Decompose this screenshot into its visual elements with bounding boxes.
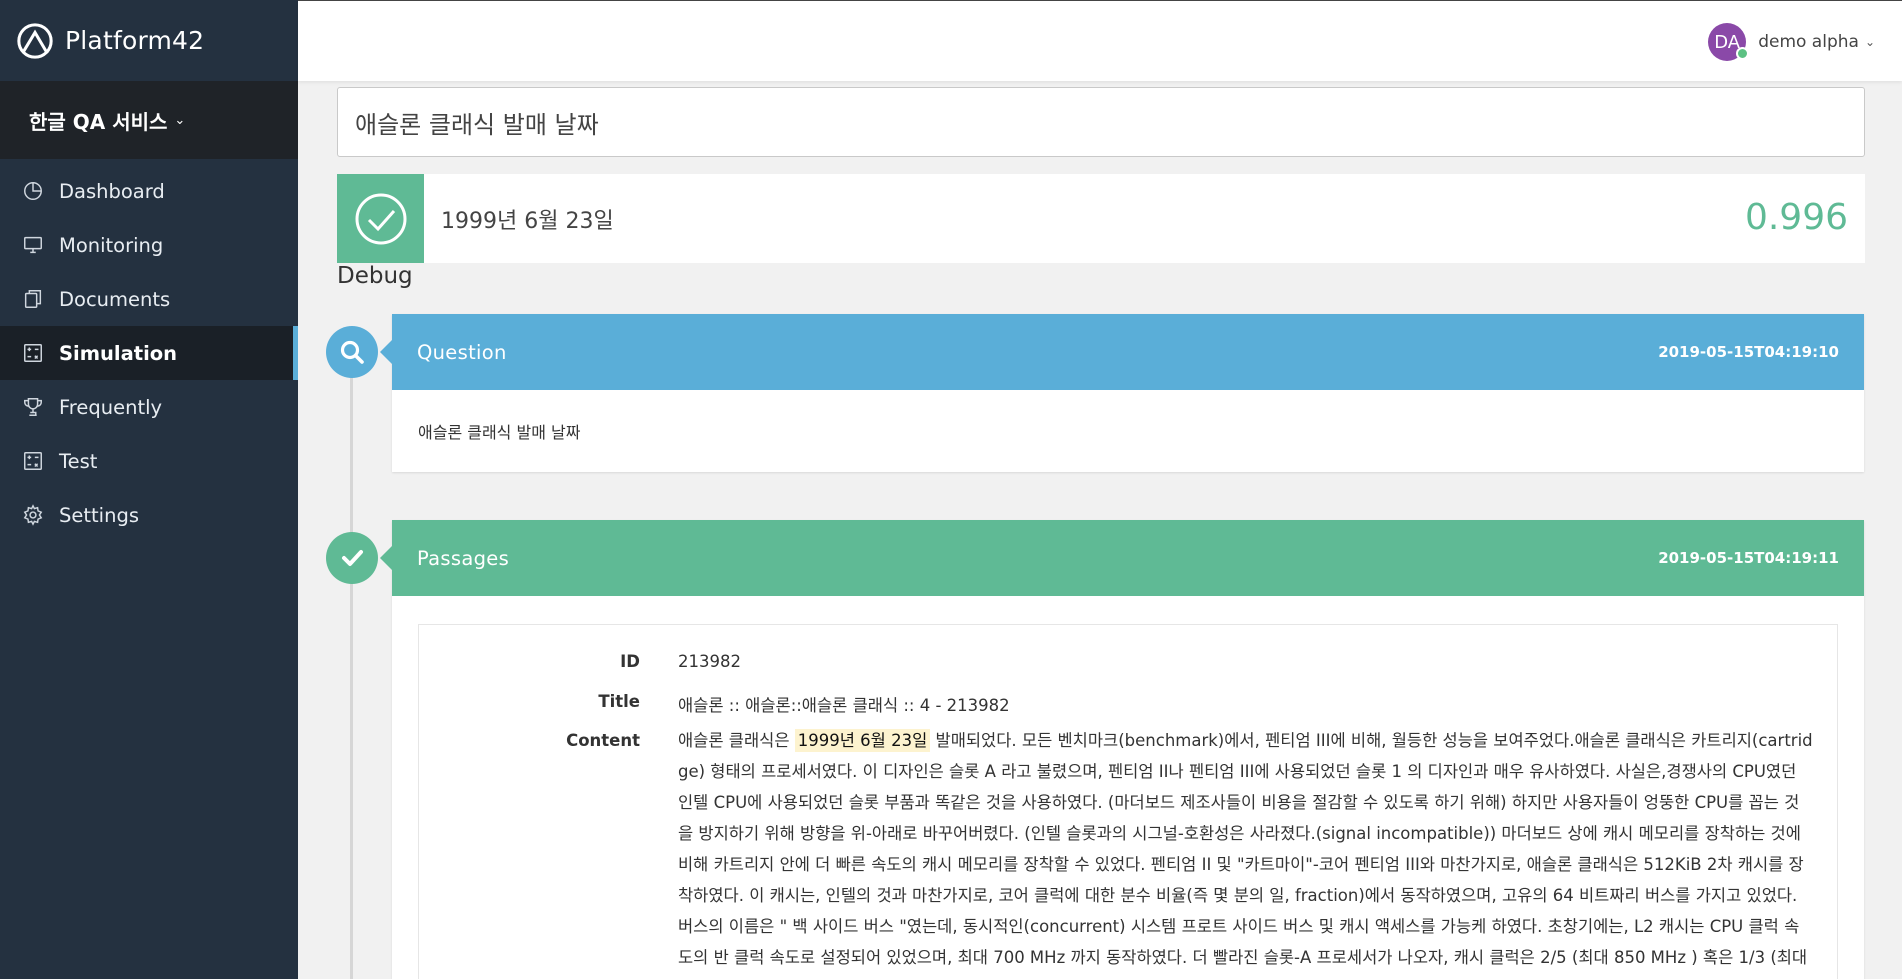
passage-card: ID 213982 Title 애슬론 :: 애슬론::애슬론 클래식 :: 4… bbox=[418, 624, 1838, 979]
platform-logo-icon bbox=[17, 22, 53, 59]
question-body: 애슬론 클래식 발매 날짜 bbox=[418, 423, 581, 442]
service-selector-label: 한글 QA 서비스 bbox=[29, 109, 168, 134]
main-content: 애슬론 클래식 발매 날짜 1999년 6월 23일 0.996 Debug Q… bbox=[298, 81, 1902, 979]
calculator-icon bbox=[22, 342, 44, 364]
sidebar-item-label: Frequently bbox=[59, 395, 163, 419]
passage-title-row: Title 애슬론 :: 애슬론::애슬론 클래식 :: 4 - 213982 bbox=[419, 692, 1010, 716]
content-text-before: 애슬론 클래식은 bbox=[678, 731, 795, 750]
sidebar-item-label: Settings bbox=[59, 503, 139, 527]
avatar: DA bbox=[1708, 23, 1750, 61]
debug-title: Debug bbox=[337, 263, 413, 289]
answer-card: 1999년 6월 23일 0.996 bbox=[337, 174, 1865, 263]
check-icon bbox=[326, 532, 378, 584]
search-icon bbox=[326, 326, 378, 378]
passage-content-row: Content 애슬론 클래식은 1999년 6월 23일 발매되었다. 모든 … bbox=[419, 725, 1813, 979]
sidebar-item-simulation[interactable]: Simulation bbox=[0, 326, 298, 380]
question-pointer bbox=[380, 340, 392, 364]
user-menu[interactable]: DA demo alpha ⌄ bbox=[1708, 23, 1875, 61]
passages-panel: Passages 2019-05-15T04:19:11 ID 213982 T… bbox=[392, 520, 1864, 979]
answer-text: 1999년 6월 23일 bbox=[441, 208, 614, 234]
question-timestamp: 2019-05-15T04:19:10 bbox=[1658, 343, 1839, 361]
passage-id-label: ID bbox=[620, 652, 640, 671]
passages-pointer bbox=[380, 546, 392, 570]
answer-score: 0.996 bbox=[1744, 197, 1848, 238]
sidebar-item-dashboard[interactable]: Dashboard bbox=[0, 164, 298, 218]
query-input[interactable]: 애슬론 클래식 발매 날짜 bbox=[337, 87, 1865, 157]
dashboard-icon bbox=[22, 180, 44, 202]
passage-id-row: ID 213982 bbox=[419, 652, 741, 671]
sidebar-item-label: Test bbox=[59, 449, 98, 473]
sidebar-item-monitoring[interactable]: Monitoring bbox=[0, 218, 298, 272]
sidebar-item-test[interactable]: Test bbox=[0, 434, 298, 488]
passage-content-label: Content bbox=[566, 731, 640, 750]
question-title: Question bbox=[417, 340, 507, 364]
answer-check-box bbox=[337, 174, 424, 263]
passages-panel-header: Passages 2019-05-15T04:19:11 bbox=[392, 520, 1864, 596]
chevron-down-icon: ⌄ bbox=[174, 112, 186, 128]
sidebar: Platform42 한글 QA 서비스 ⌄ Dashboard Monitor… bbox=[0, 0, 298, 979]
sidebar-item-label: Simulation bbox=[59, 341, 178, 365]
service-selector[interactable]: 한글 QA 서비스 ⌄ bbox=[0, 81, 298, 159]
query-input-value: 애슬론 클래식 발매 날짜 bbox=[355, 110, 599, 139]
brand[interactable]: Platform42 bbox=[0, 0, 298, 81]
sidebar-item-label: Monitoring bbox=[59, 233, 164, 257]
user-name: demo alpha bbox=[1758, 32, 1859, 52]
sidebar-nav: Dashboard Monitoring Documents Simulatio… bbox=[0, 159, 298, 542]
passage-content-value: 애슬론 클래식은 1999년 6월 23일 발매되었다. 모든 벤치마크(ben… bbox=[678, 725, 1813, 979]
brand-name: Platform42 bbox=[65, 26, 205, 55]
sidebar-item-documents[interactable]: Documents bbox=[0, 272, 298, 326]
passage-id-value: 213982 bbox=[678, 652, 741, 671]
sidebar-item-frequently[interactable]: Frequently bbox=[0, 380, 298, 434]
trophy-icon bbox=[22, 396, 44, 418]
passage-title-label: Title bbox=[598, 692, 640, 711]
timeline-line bbox=[350, 333, 353, 979]
answer-highlight: 1999년 6월 23일 bbox=[794, 729, 931, 752]
sidebar-item-label: Dashboard bbox=[59, 179, 165, 203]
gear-icon bbox=[22, 504, 44, 526]
passages-timestamp: 2019-05-15T04:19:11 bbox=[1658, 549, 1839, 567]
content-text-after: 발매되었다. 모든 벤치마크(benchmark)에서, 펜티엄 III에 비해… bbox=[678, 731, 1813, 967]
question-panel-header: Question 2019-05-15T04:19:10 bbox=[392, 314, 1864, 390]
question-panel: Question 2019-05-15T04:19:10 애슬론 클래식 발매 … bbox=[392, 314, 1864, 472]
passages-title: Passages bbox=[417, 546, 510, 570]
topbar: DA demo alpha ⌄ bbox=[298, 0, 1902, 81]
monitor-icon bbox=[22, 234, 44, 256]
passage-title-value: 애슬론 :: 애슬론::애슬론 클래식 :: 4 - 213982 bbox=[678, 696, 1010, 715]
calculator-icon bbox=[22, 450, 44, 472]
online-status-dot bbox=[1736, 47, 1750, 60]
chevron-down-icon: ⌄ bbox=[1864, 35, 1875, 49]
check-circle-icon bbox=[355, 193, 406, 244]
sidebar-item-settings[interactable]: Settings bbox=[0, 488, 298, 542]
documents-icon bbox=[22, 288, 44, 310]
sidebar-item-label: Documents bbox=[59, 287, 171, 311]
